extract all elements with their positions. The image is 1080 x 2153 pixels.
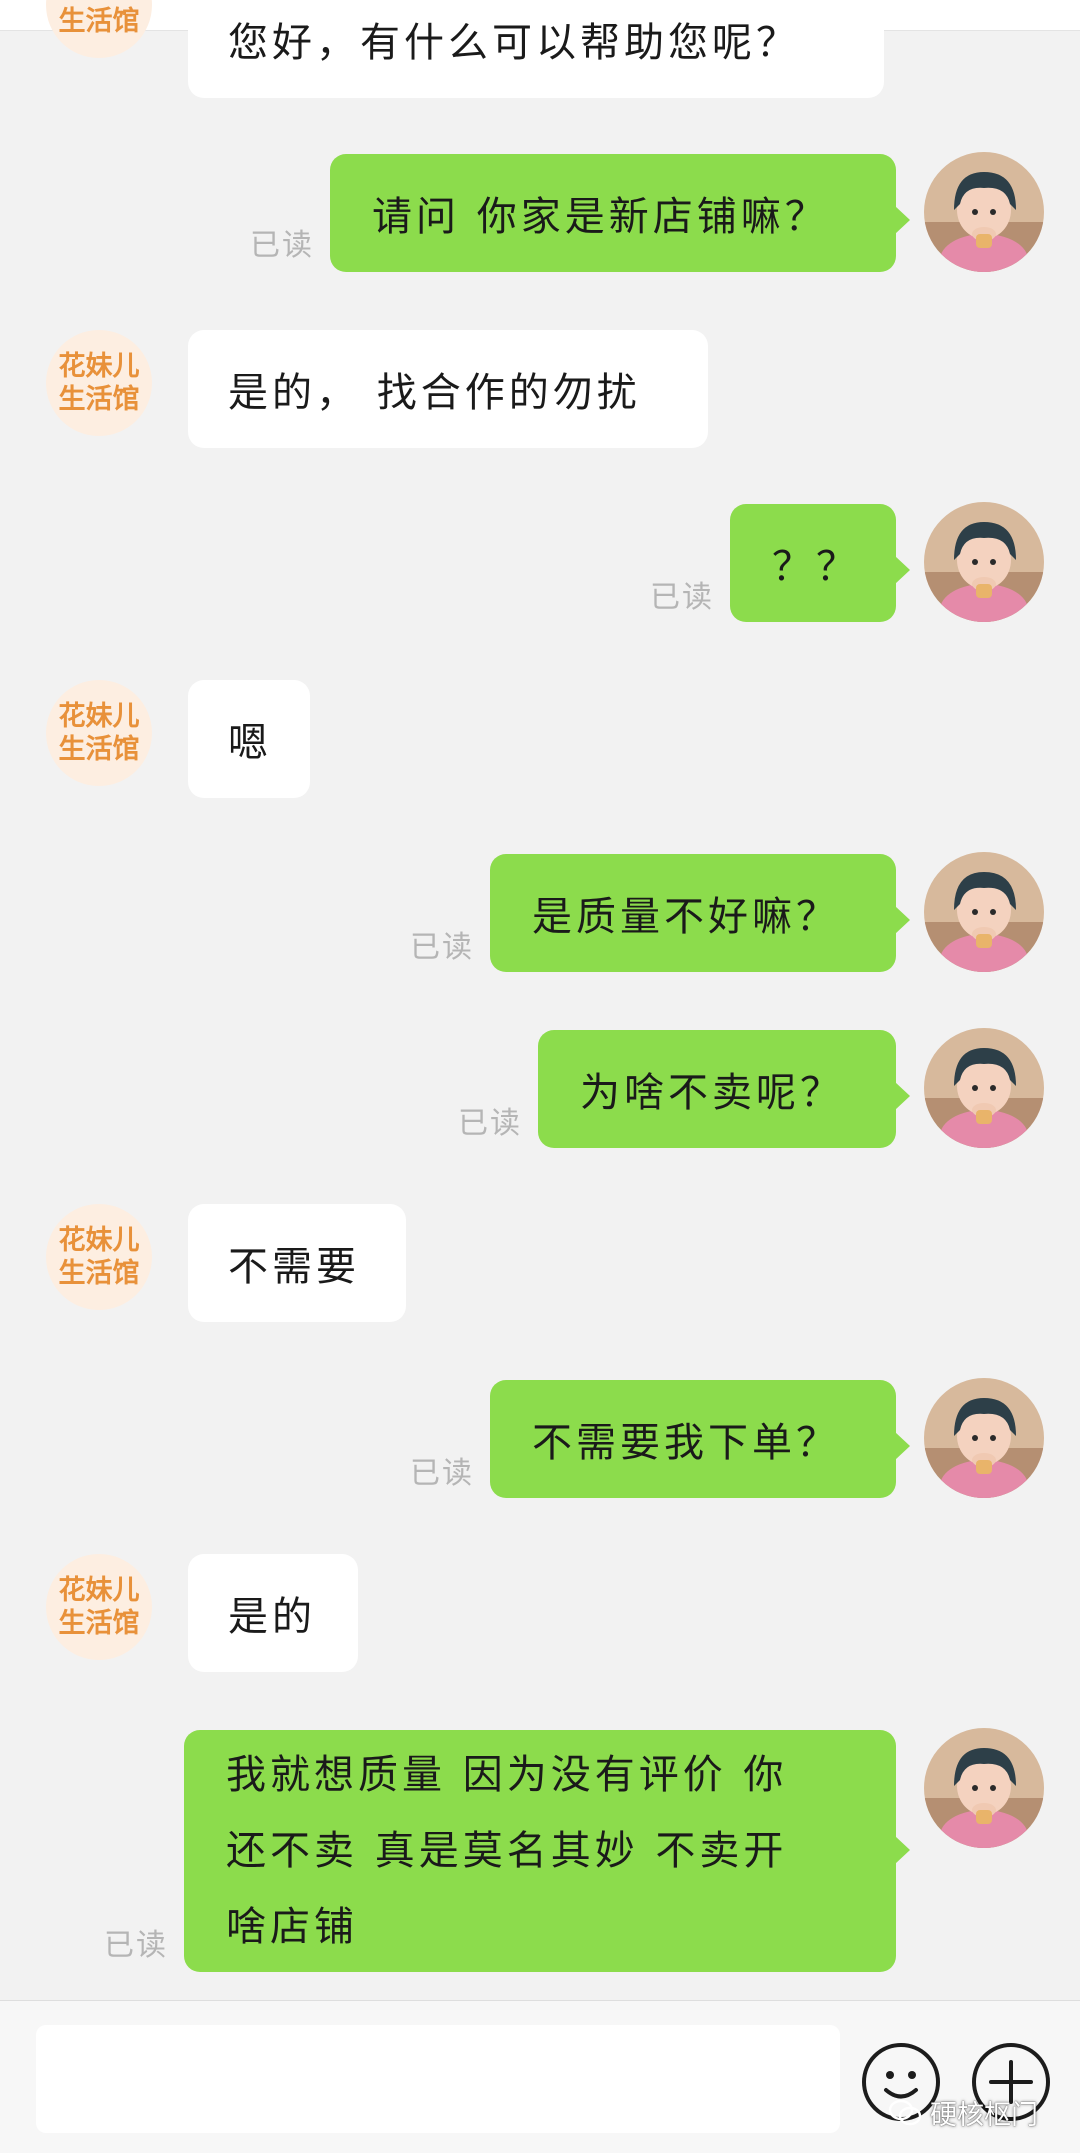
message-row: 已读 不需要我下单？ [0,1378,1080,1508]
message-text: 是的， 找合作的勿扰 [228,370,641,416]
watermark: 硬核枢门 [888,2093,1038,2132]
message-text: 您好，有什么可以帮助您呢？ [228,20,800,66]
message-text: 是质量不好嘛？ [532,894,840,940]
incoming-message-bubble[interactable]: 是的 [188,1554,358,1672]
shop-name-line1: 花妹儿 [58,1225,140,1256]
shop-name-line1: 花妹儿 [58,701,140,732]
read-status: 已读 [458,1106,522,1141]
message-text: 嗯 [228,720,272,766]
shop-name-line2: 生活馆 [58,6,140,37]
input-bar: 硬核枢门 [0,2000,1080,2153]
message-row: 花妹儿 生活馆 是的 [0,1554,1080,1674]
message-text-line: 我就想质量 因为没有评价 你 [226,1752,788,1798]
message-input[interactable] [36,2025,840,2133]
watermark-text: 硬核枢门 [930,2100,1038,2131]
message-row: 花妹儿 生活馆 您好，有什么可以帮助您呢？ [0,0,1080,110]
read-status: 已读 [410,1456,474,1491]
read-status: 已读 [104,1928,168,1963]
shop-avatar[interactable]: 花妹儿 生活馆 [46,330,152,436]
message-text: 为啥不卖呢？ [580,1070,844,1116]
message-row: 花妹儿 生活馆 不需要 [0,1204,1080,1324]
shop-name-line2: 生活馆 [58,1258,140,1289]
outgoing-message-bubble[interactable]: 我就想质量 因为没有评价 你 还不卖 真是莫名其妙 不卖开 啥店铺 [184,1730,910,1972]
user-avatar[interactable] [924,852,1044,972]
incoming-message-bubble[interactable]: 您好，有什么可以帮助您呢？ [188,0,884,98]
message-text: 是的 [228,1594,316,1640]
user-avatar[interactable] [924,152,1044,272]
message-text-line: 啥店铺 [226,1904,358,1950]
message-text: 请问 你家是新店铺嘛？ [372,194,829,240]
shop-avatar[interactable]: 花妹儿 生活馆 [46,0,152,58]
message-row: 花妹儿 生活馆 是的， 找合作的勿扰 [0,330,1080,450]
shop-avatar[interactable]: 花妹儿 生活馆 [46,1554,152,1660]
outgoing-message-bubble[interactable]: 请问 你家是新店铺嘛？ [330,154,910,272]
shop-name-line2: 生活馆 [58,384,140,415]
chat-area[interactable]: 花妹儿 生活馆 您好，有什么可以帮助您呢？ 已读 请问 你家是新店铺嘛？ 花妹儿… [0,0,1080,2000]
user-avatar[interactable] [924,502,1044,622]
message-text: ？？ [772,544,860,590]
outgoing-message-bubble[interactable]: 为啥不卖呢？ [538,1030,910,1148]
incoming-message-bubble[interactable]: 嗯 [188,680,310,798]
message-row: 已读 请问 你家是新店铺嘛？ [0,150,1080,280]
message-row: 花妹儿 生活馆 嗯 [0,680,1080,800]
message-row: 已读 为啥不卖呢？ [0,1028,1080,1158]
incoming-message-bubble[interactable]: 不需要 [188,1204,406,1322]
shop-name-line1: 花妹儿 [58,1575,140,1606]
read-status: 已读 [410,930,474,965]
outgoing-message-bubble[interactable]: ？？ [730,504,910,622]
shop-name-line1: 花妹儿 [58,351,140,382]
incoming-message-bubble[interactable]: 是的， 找合作的勿扰 [188,330,708,448]
outgoing-message-bubble[interactable]: 是质量不好嘛？ [490,854,910,972]
wechat-channel-icon [888,2099,922,2125]
read-status: 已读 [250,228,314,263]
shop-name-line2: 生活馆 [58,734,140,765]
message-text-line: 还不卖 真是莫名其妙 不卖开 [226,1828,788,1874]
user-avatar[interactable] [924,1378,1044,1498]
shop-avatar[interactable]: 花妹儿 生活馆 [46,680,152,786]
message-row: 已读 我就想质量 因为没有评价 你 还不卖 真是莫名其妙 不卖开 啥店铺 [0,1728,1080,1978]
message-row: 已读 是质量不好嘛？ [0,852,1080,982]
user-avatar[interactable] [924,1028,1044,1148]
read-status: 已读 [650,580,714,615]
outgoing-message-bubble[interactable]: 不需要我下单？ [490,1380,910,1498]
shop-name-line2: 生活馆 [58,1608,140,1639]
shop-avatar[interactable]: 花妹儿 生活馆 [46,1204,152,1310]
message-text: 不需要 [228,1244,360,1290]
message-text: 不需要我下单？ [532,1420,840,1466]
user-avatar[interactable] [924,1728,1044,1848]
message-row: 已读 ？？ [0,502,1080,632]
